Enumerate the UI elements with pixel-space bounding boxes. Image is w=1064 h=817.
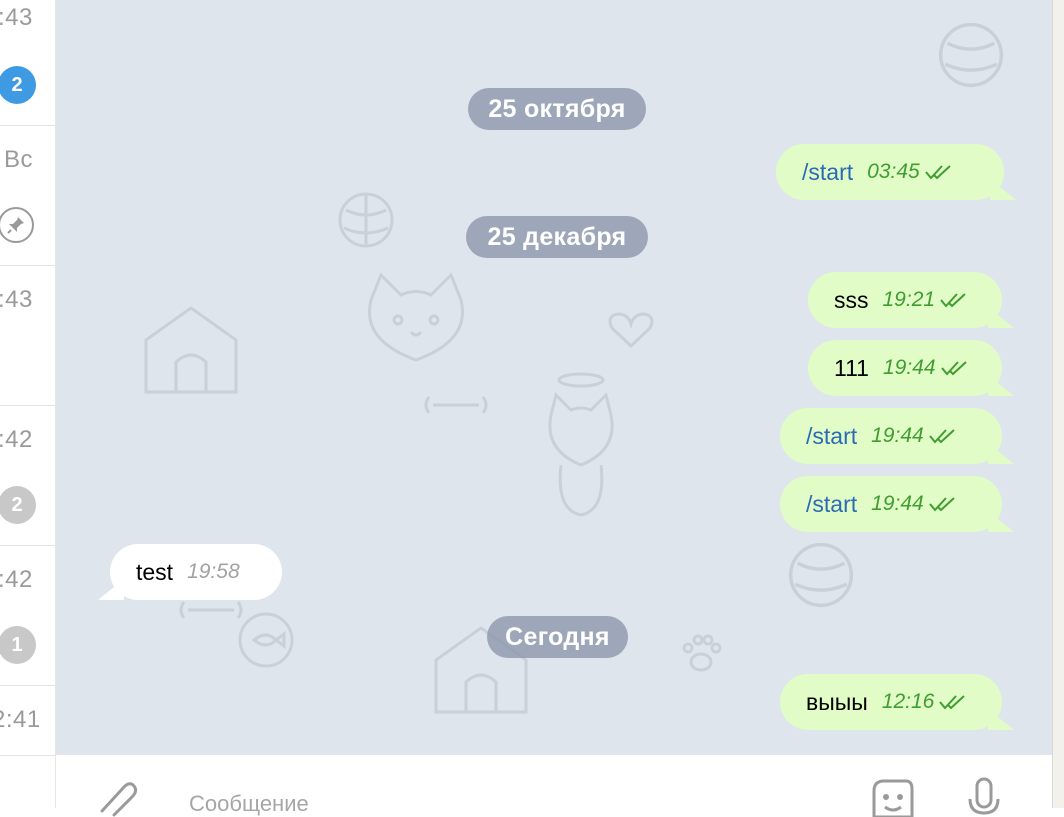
message-text: test bbox=[136, 558, 174, 585]
wallpaper-doghouse-icon bbox=[144, 306, 238, 394]
chat-list-time: :42 bbox=[0, 566, 33, 593]
wallpaper-ball-icon bbox=[338, 192, 394, 248]
message-time: 19:21 bbox=[882, 288, 936, 311]
incoming-message[interactable]: test 19:58 bbox=[110, 544, 282, 600]
bot-command-link[interactable]: /start bbox=[802, 159, 853, 186]
window-edge bbox=[1052, 0, 1064, 808]
message-meta: 03:45 bbox=[867, 160, 954, 184]
chat-list-divider bbox=[0, 755, 55, 756]
read-checkmarks-icon bbox=[940, 361, 967, 376]
message-input[interactable]: Сообщение bbox=[189, 791, 309, 817]
wallpaper-ball-icon bbox=[788, 542, 854, 608]
chat-list-sidebar: :43 2 Вс :43 :42 2 :42 1 2:41 bbox=[0, 0, 56, 808]
bot-command-link[interactable]: /start bbox=[806, 491, 857, 518]
chat-list-time: :42 bbox=[0, 426, 33, 453]
chat-list-time: Вс bbox=[4, 146, 34, 173]
chat-list-divider bbox=[0, 685, 55, 686]
date-separator: 25 декабря bbox=[466, 216, 648, 258]
message-meta: 19:44 bbox=[883, 356, 970, 380]
read-checkmarks-icon bbox=[928, 429, 955, 444]
chat-list-time: :43 bbox=[0, 4, 33, 31]
message-text: выыы bbox=[806, 688, 868, 715]
chat-list-divider bbox=[0, 405, 55, 406]
wallpaper-cat-icon bbox=[368, 272, 464, 362]
wallpaper-heart-icon bbox=[608, 312, 654, 349]
read-checkmarks-icon bbox=[924, 165, 951, 180]
chat-list-divider bbox=[0, 265, 55, 266]
outgoing-message[interactable]: 111 19:44 bbox=[808, 340, 1002, 396]
wallpaper-ball-icon bbox=[938, 22, 1004, 88]
outgoing-message[interactable]: /start 19:44 bbox=[780, 476, 1002, 532]
message-text: sss bbox=[834, 286, 869, 313]
unread-badge: 2 bbox=[0, 486, 36, 524]
message-composer: Сообщение bbox=[56, 754, 1052, 817]
microphone-icon[interactable] bbox=[966, 777, 1002, 817]
read-checkmarks-icon bbox=[940, 293, 966, 308]
wallpaper-fish-bowl-icon bbox=[238, 612, 294, 668]
date-separator: 25 октября bbox=[468, 88, 646, 130]
sticker-icon[interactable] bbox=[868, 777, 916, 817]
chat-list-divider bbox=[0, 545, 55, 546]
read-checkmarks-icon bbox=[939, 695, 966, 710]
bot-command-link[interactable]: /start bbox=[806, 423, 857, 450]
read-checkmarks-icon bbox=[928, 497, 955, 512]
outgoing-message[interactable]: /start 03:45 bbox=[776, 144, 1004, 200]
chat-list-divider bbox=[0, 125, 55, 126]
outgoing-message[interactable]: выыы 12:16 bbox=[780, 674, 1002, 730]
message-time: 19:44 bbox=[871, 424, 924, 447]
attach-icon[interactable] bbox=[94, 777, 138, 817]
chat-history[interactable]: 25 октября 25 декабря Сегодня /start 03:… bbox=[56, 0, 1052, 754]
message-time: 19:44 bbox=[871, 492, 924, 515]
message-meta: 19:44 bbox=[871, 424, 958, 448]
message-text: 111 bbox=[834, 354, 869, 381]
outgoing-message[interactable]: /start 19:44 bbox=[780, 408, 1002, 464]
pin-icon bbox=[0, 207, 34, 243]
message-meta: 19:21 bbox=[883, 288, 970, 312]
wallpaper-paw-icon bbox=[682, 634, 722, 672]
message-meta: 12:16 bbox=[882, 690, 969, 714]
wallpaper-bone-icon bbox=[424, 396, 488, 414]
outgoing-message[interactable]: sss 19:21 bbox=[808, 272, 1002, 328]
date-separator: Сегодня bbox=[487, 616, 628, 658]
wallpaper-angel-cat-icon bbox=[548, 372, 614, 517]
message-meta: 19:44 bbox=[871, 492, 958, 516]
message-time: 03:45 bbox=[867, 160, 920, 183]
unread-badge: 1 bbox=[0, 626, 36, 664]
chat-list-time: :43 bbox=[0, 286, 33, 313]
message-time: 12:16 bbox=[881, 690, 935, 713]
chat-list-time: 2:41 bbox=[0, 706, 41, 733]
message-time: 19:44 bbox=[882, 356, 936, 379]
message-time: 19:58 bbox=[187, 560, 240, 583]
unread-badge: 2 bbox=[0, 66, 36, 104]
